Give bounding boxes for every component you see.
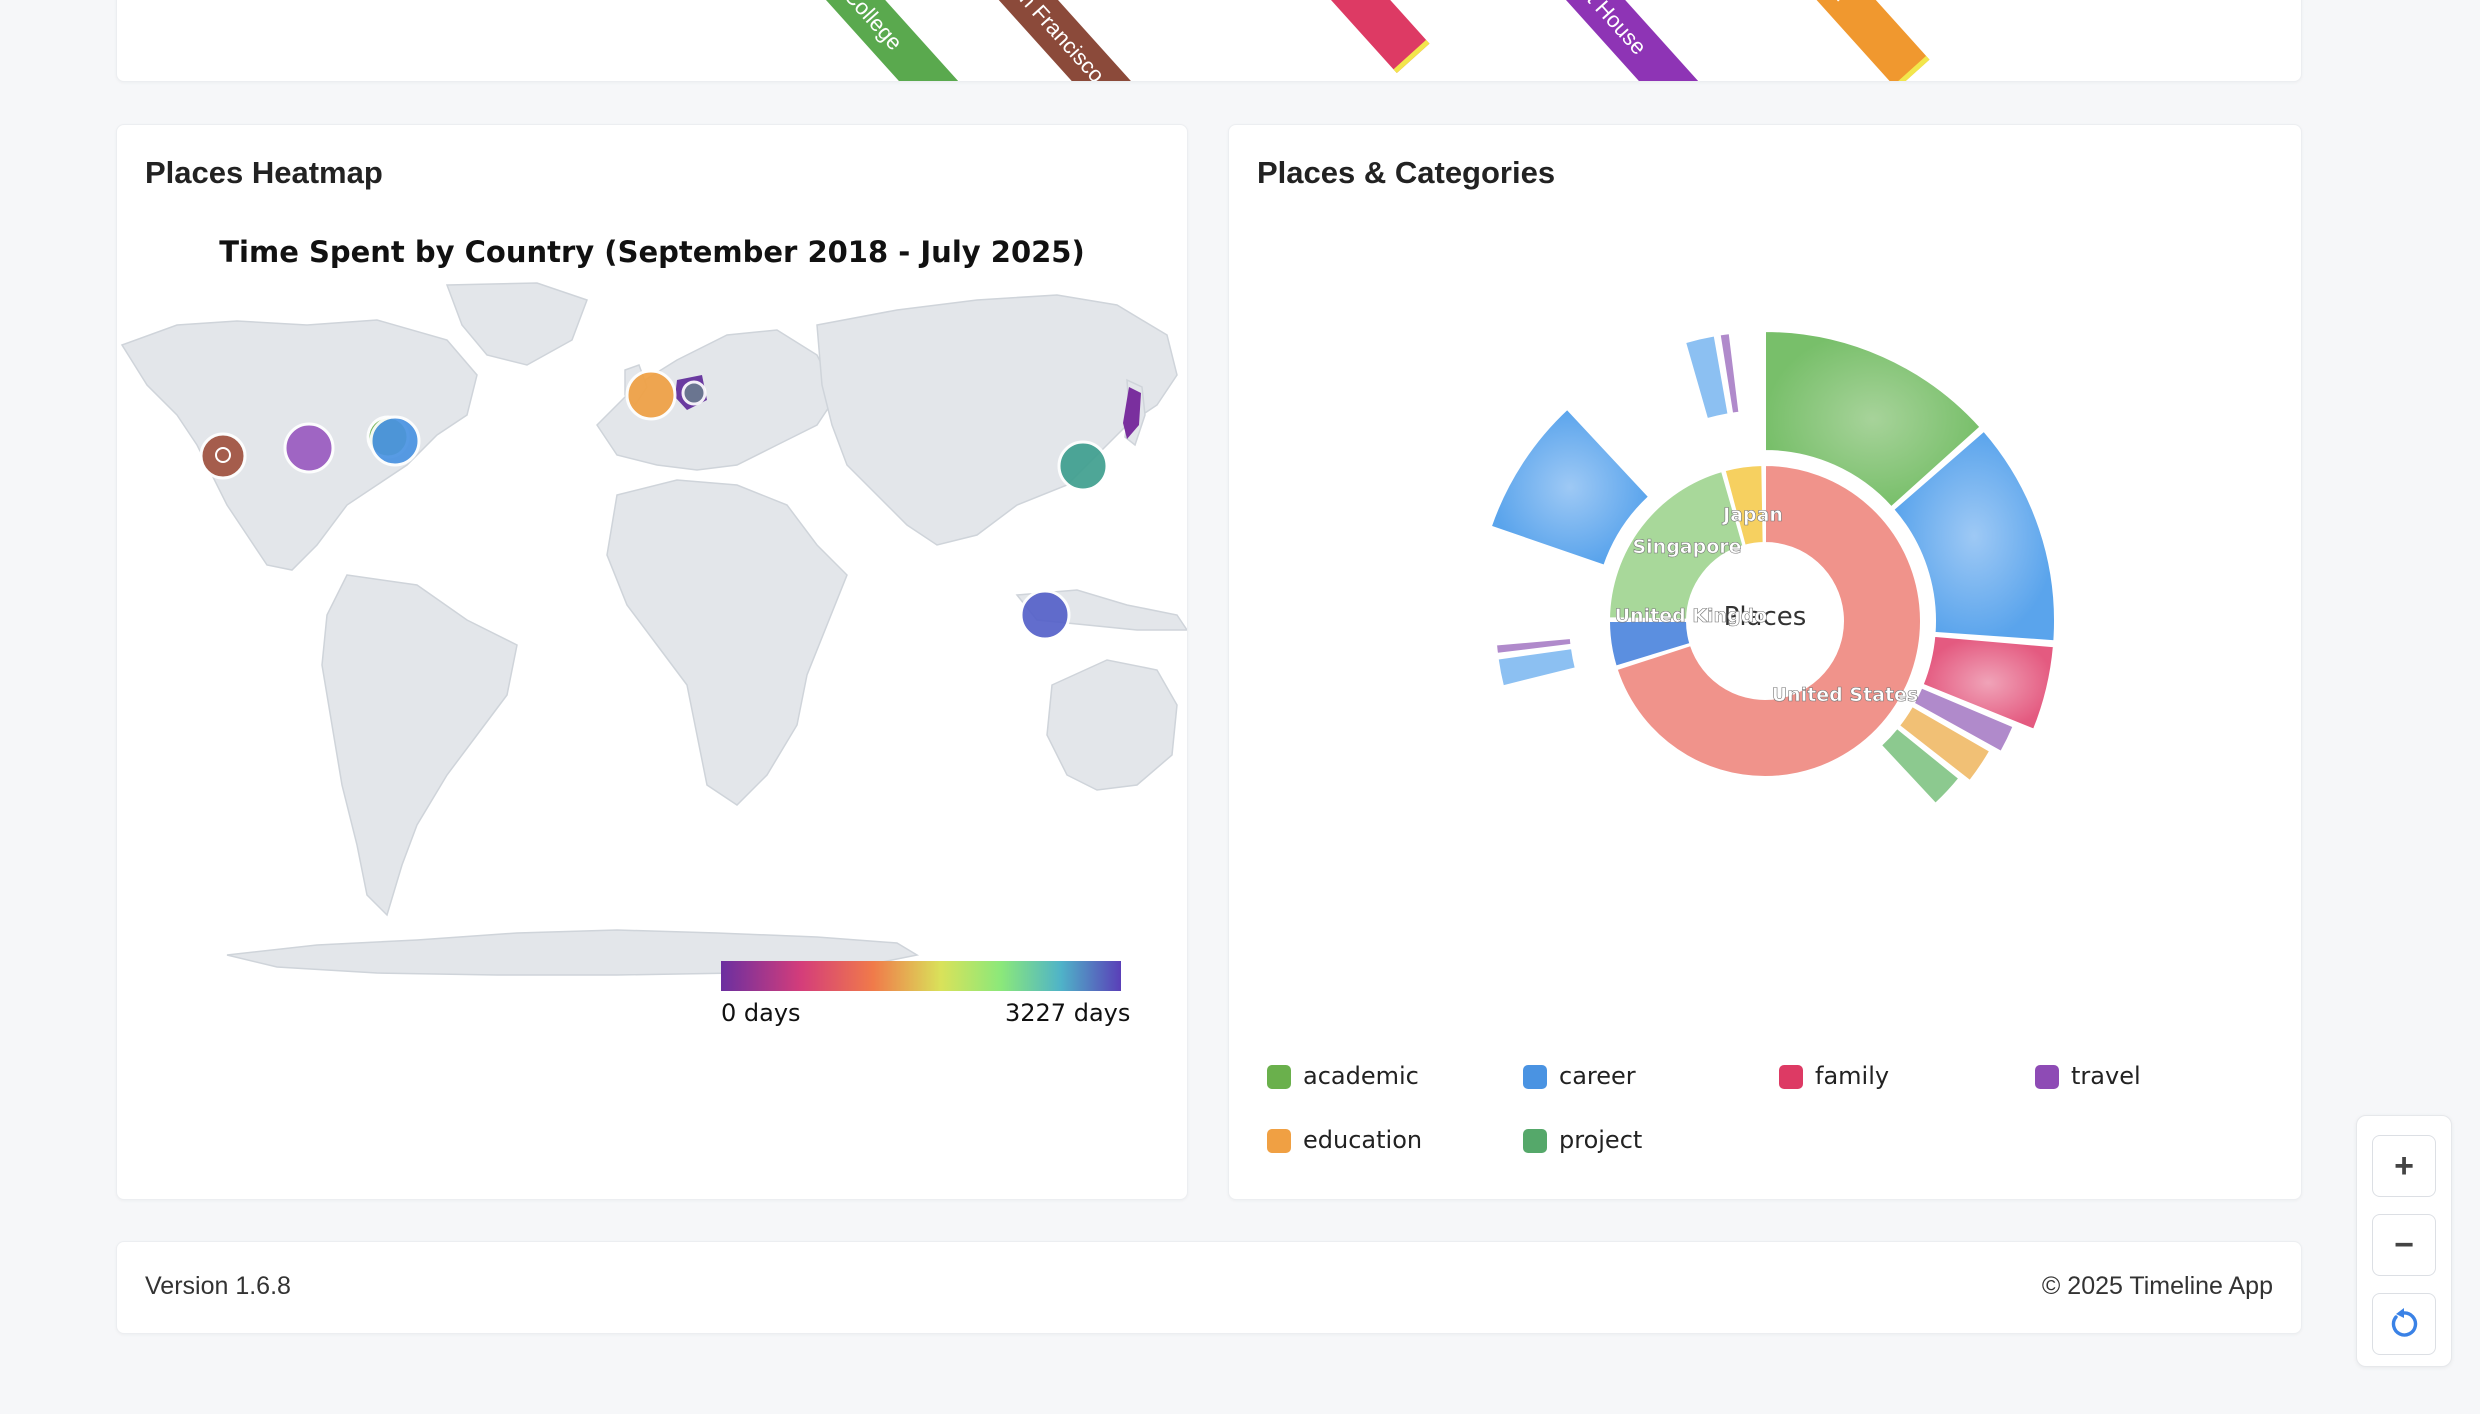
- places-heatmap-card: Places Heatmap Time Spent by Country (Se…: [116, 124, 1188, 1200]
- scale-max-label: 3227 days: [1005, 999, 1131, 1027]
- places-categories-card: Places & Categories Places Japan Singapo…: [1228, 124, 2302, 1200]
- legend-label: family: [1815, 1062, 1890, 1090]
- zoom-controls: + −: [2356, 1115, 2452, 1367]
- timeline-ribbon[interactable]: d: [1239, 0, 1430, 74]
- footer-version: Version 1.6.8: [145, 1272, 291, 1300]
- san-francisco-marker[interactable]: [199, 432, 247, 480]
- legend-label: academic: [1303, 1062, 1419, 1090]
- legend-swatch: [1523, 1065, 1547, 1089]
- reset-view-button[interactable]: [2372, 1293, 2436, 1355]
- singapore-marker[interactable]: [1019, 589, 1071, 641]
- inner-label-singapore: Singapore: [1632, 536, 1741, 558]
- legend-swatch: [1267, 1065, 1291, 1089]
- japan-marker[interactable]: [1057, 440, 1109, 492]
- timeline-ribbon[interactable]: st House: [1519, 0, 1710, 81]
- germany-marker[interactable]: [681, 380, 707, 406]
- uk-outer-segment[interactable]: [1496, 647, 1578, 688]
- inner-label-japan: Japan: [1721, 504, 1783, 526]
- greenland-shape: [445, 282, 588, 366]
- africa-shape: [606, 479, 848, 806]
- timeline-ribbon[interactable]: College: [779, 0, 970, 81]
- timeline-ribbon[interactable]: hild: [1739, 0, 1930, 81]
- united-kingdom-marker[interactable]: [625, 369, 677, 421]
- us-east-marker[interactable]: [369, 415, 421, 467]
- footer-copyright: © 2025 Timeline App: [2041, 1272, 2273, 1300]
- world-map[interactable]: [117, 125, 1187, 1199]
- legend-label: career: [1559, 1062, 1636, 1090]
- footer: Version 1.6.8 © 2025 Timeline App: [116, 1241, 2302, 1334]
- zoom-out-button[interactable]: −: [2372, 1214, 2436, 1276]
- singapore-outer-segment[interactable]: [1489, 407, 1651, 567]
- legend-label: education: [1303, 1126, 1423, 1154]
- legend-swatch: [1267, 1129, 1291, 1153]
- scale-min-label: 0 days: [721, 999, 801, 1027]
- legend-swatch: [1779, 1065, 1803, 1089]
- australia-shape: [1046, 659, 1178, 791]
- legend-label: travel: [2071, 1062, 2141, 1090]
- south-america-shape: [321, 574, 518, 917]
- legend-swatch: [2035, 1065, 2059, 1089]
- asia-shape: [816, 294, 1178, 546]
- timeline-ribbon[interactable]: San Francisco: [959, 0, 1150, 81]
- inner-label-uk: United Kingdo: [1615, 605, 1768, 627]
- color-scale-bar: [721, 961, 1121, 991]
- timeline-card: College San Francisco d st House hild: [116, 0, 2302, 82]
- sunburst-chart[interactable]: Places Japan Singapore United Kingdo Uni…: [1229, 125, 2301, 1199]
- us-mountain-marker[interactable]: [283, 422, 335, 474]
- zoom-in-button[interactable]: +: [2372, 1135, 2436, 1197]
- reset-icon: [2391, 1308, 2418, 1337]
- legend-label: project: [1559, 1126, 1643, 1154]
- inner-label-us: United States: [1772, 684, 1919, 706]
- legend-swatch: [1523, 1129, 1547, 1153]
